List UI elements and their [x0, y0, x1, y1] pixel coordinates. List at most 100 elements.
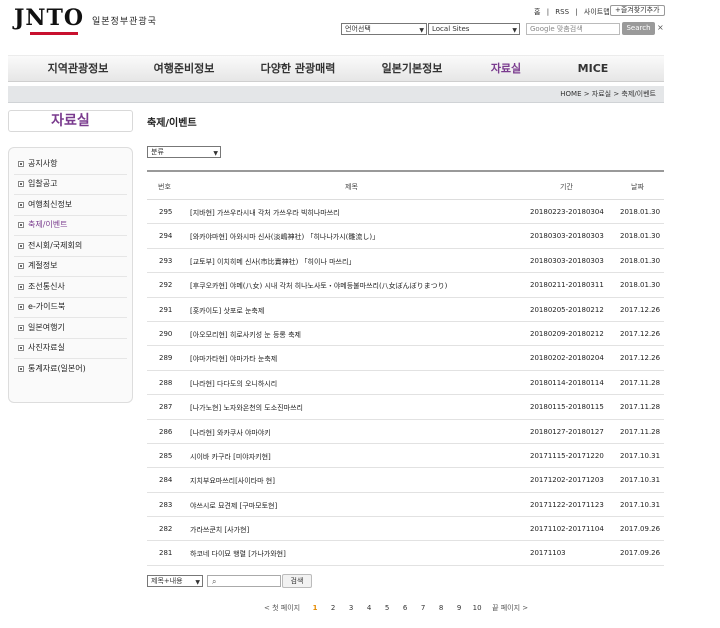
sidebar-item-tongsinsa[interactable]: 조선통신사 — [14, 277, 127, 298]
sidebar-item-statistics[interactable]: 통계자료(일본어) — [14, 359, 127, 380]
event-table: 번호 제목 기간 날짜 295 [지바현] 가쓰우라시내 각처 가쓰우라 빅히나마… — [147, 170, 664, 566]
nav-resources[interactable]: 자료실 — [466, 56, 546, 82]
row-number: 283 — [159, 500, 173, 509]
page-link[interactable]: 6 — [396, 601, 414, 615]
row-date: 2017.11.28 — [620, 403, 661, 412]
logo-subtitle: 일본정부관광국 — [92, 17, 157, 27]
board-search-input[interactable]: ⌕ — [207, 575, 281, 587]
nav-japan-basics[interactable]: 일본기본정보 — [360, 56, 464, 82]
row-number: 293 — [159, 256, 173, 265]
page-link[interactable]: 3 — [342, 601, 360, 615]
bullet-icon — [18, 181, 24, 188]
page-title: 축제/이벤트 — [147, 118, 197, 129]
row-period: 20180115-20180115 — [530, 403, 604, 412]
sidebar-item-travel-news[interactable]: 여행최신정보 — [14, 195, 127, 216]
category-select[interactable]: 분류 ▼ — [147, 146, 221, 158]
page-link[interactable]: 1 — [306, 601, 324, 615]
pagination: < 첫 페이지 1 2 3 4 5 6 7 8 9 10 끝 페이지 > — [258, 601, 534, 615]
row-title-link[interactable]: 하코네 다이묘 행렬 [가나가와현] — [190, 549, 286, 559]
jnto-logo[interactable]: JNTO — [14, 6, 84, 42]
page-link[interactable]: 10 — [468, 601, 486, 615]
row-period: 20171102-20171104 — [530, 525, 604, 534]
sidebar-item-eguidebook[interactable]: e-가이드북 — [14, 298, 127, 318]
sidebar-title: 자료실 — [8, 110, 133, 132]
row-title-link[interactable]: [홋카이도] 삿포로 눈축제 — [190, 306, 264, 316]
sidebar-item-exhibitions[interactable]: 전시회/국제회의 — [14, 236, 127, 257]
local-sites-select[interactable]: Local Sites ▼ — [428, 23, 520, 35]
row-title-link[interactable]: [야마가타현] 야마가타 눈축제 — [190, 354, 277, 364]
page-link[interactable]: 5 — [378, 601, 396, 615]
table-row: 290 [아오모리현] 히로사키성 눈 등롱 축제 20180209-2018021… — [147, 322, 664, 347]
header-period: 기간 — [560, 183, 573, 191]
row-title-link[interactable]: [지바현] 가쓰우라시내 각처 가쓰우라 빅히나마쓰리 — [190, 208, 340, 218]
row-title-link[interactable]: [아오모리현] 히로사키성 눈 등롱 축제 — [190, 330, 301, 340]
home-link[interactable]: 홈 — [534, 8, 540, 16]
row-period: 20180303-20180303 — [530, 232, 604, 241]
bullet-icon — [18, 201, 24, 208]
row-date: 2017.09.26 — [620, 525, 661, 534]
sidebar-item-festivals[interactable]: 축제/이벤트 — [14, 216, 127, 236]
bullet-icon — [18, 160, 24, 167]
nav-mice[interactable]: MICE — [548, 56, 638, 82]
search-button[interactable]: Search — [622, 22, 655, 35]
logo-underline — [30, 32, 78, 35]
row-date: 2017.10.31 — [620, 500, 661, 509]
bullet-icon — [18, 242, 24, 249]
nav-region-info[interactable]: 지역관광정보 — [26, 56, 130, 82]
row-title-link[interactable]: [후쿠오카현] 야메(八女) 시내 각처 히나노사토・야메등불마쓰리(八女ぼんぼ… — [190, 281, 447, 291]
row-period: 20180303-20180303 — [530, 256, 604, 265]
sidebar-item-label: e-가이드북 — [28, 302, 66, 312]
board-search-button[interactable]: 검색 — [282, 574, 312, 588]
language-select[interactable]: 언어선택 ▼ — [341, 23, 427, 35]
nav-attractions[interactable]: 다양한 관광매력 — [238, 56, 358, 82]
row-period: 20171103 — [530, 549, 566, 558]
first-page-link[interactable]: < 첫 페이지 — [258, 601, 306, 615]
row-period: 20180211-20180311 — [530, 281, 604, 290]
search-input[interactable]: Google 맞춤검색 — [526, 23, 620, 35]
row-date: 2017.09.26 — [620, 549, 661, 558]
row-title-link[interactable]: 시이바 카구라 [미야자키현] — [190, 452, 271, 462]
last-page-link[interactable]: 끝 페이지 > — [486, 601, 534, 615]
row-date: 2018.01.30 — [620, 208, 661, 216]
page-link[interactable]: 4 — [360, 601, 378, 615]
sidebar-item-seasonal[interactable]: 계절정보 — [14, 257, 127, 277]
sidebar-item-label: 축제/이벤트 — [28, 220, 68, 230]
row-title-link[interactable]: 가라쓰쿤치 [사가현] — [190, 525, 249, 535]
clear-search-icon[interactable]: × — [657, 23, 664, 32]
sidebar-item-photos[interactable]: 사진자료실 — [14, 339, 127, 359]
add-favorite-button[interactable]: +즐겨찾기추가 — [610, 5, 665, 16]
row-title-link[interactable]: [와카야마현] 아와시마 신사(淡嶋神社) 「히나나가시(雛流し)」 — [190, 232, 379, 242]
row-number: 292 — [159, 281, 173, 290]
sidebar-item-label: 입찰공고 — [28, 179, 58, 189]
table-row: 282 가라쓰쿤치 [사가현] 20171102-20171104 2017.09.2… — [147, 517, 664, 542]
table-row: 285 시이바 카구라 [미야자키현] 20171115-20171220 2017.… — [147, 444, 664, 469]
sidebar-item-travelogue[interactable]: 일본여행기 — [14, 318, 127, 339]
row-title-link[interactable]: 지치부요마쓰리[사이타마 현] — [190, 476, 275, 486]
sidebar-item-bid[interactable]: 입찰공고 — [14, 175, 127, 195]
row-date: 2018.01.30 — [620, 232, 661, 241]
row-period: 20180223-20180304 — [530, 208, 604, 216]
local-sites-value: Local Sites — [432, 25, 470, 33]
row-title-link[interactable]: [나라현] 다다도의 오니하시리 — [190, 379, 277, 389]
page-link[interactable]: 9 — [450, 601, 468, 615]
row-date: 2017.12.26 — [620, 305, 661, 314]
sidebar-item-notice[interactable]: 공지사항 — [14, 154, 127, 175]
search-icon: ⌕ — [212, 577, 217, 586]
separator: | — [546, 8, 550, 16]
row-number: 286 — [159, 427, 173, 436]
rss-link[interactable]: RSS — [555, 8, 569, 16]
table-row: 283 야쓰시로 묘견제 [구마모토현] 20171122-20171123 2017… — [147, 493, 664, 518]
search-scope-select[interactable]: 제목+내용 ▼ — [147, 575, 203, 587]
nav-travel-prep[interactable]: 여행준비정보 — [132, 56, 236, 82]
row-title-link[interactable]: [나가노현] 노자와온천의 도소진마쓰리 — [190, 403, 303, 413]
row-title-link[interactable]: [교토부] 이치히메 신사(市比賣神社) 「히이나 마쓰리」 — [190, 257, 355, 267]
page-link[interactable]: 7 — [414, 601, 432, 615]
row-title-link[interactable]: [나라현] 와카쿠사 야마야키 — [190, 428, 271, 438]
page-link[interactable]: 2 — [324, 601, 342, 615]
table-row: 293 [교토부] 이치히메 신사(市比賣神社) 「히이나 마쓰리」 2018030… — [147, 249, 664, 274]
sitemap-link[interactable]: 사이트맵 — [584, 8, 610, 16]
bullet-icon — [18, 304, 24, 311]
row-date: 2017.10.31 — [620, 451, 661, 460]
row-title-link[interactable]: 야쓰시로 묘견제 [구마모토현] — [190, 501, 277, 511]
page-link[interactable]: 8 — [432, 601, 450, 615]
